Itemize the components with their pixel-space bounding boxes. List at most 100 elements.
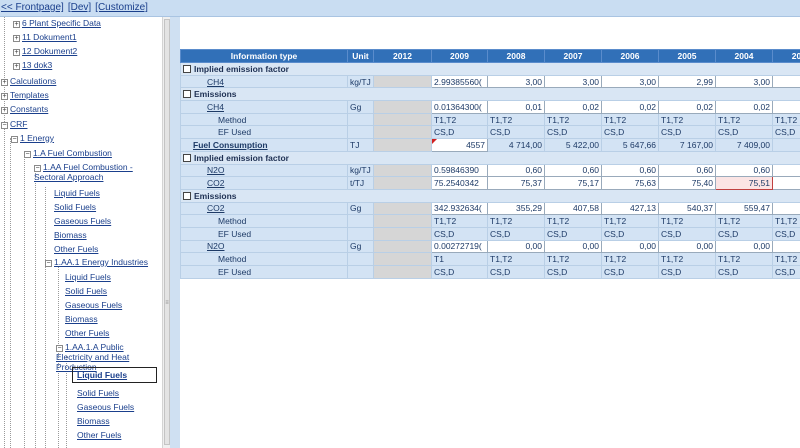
value-cell-2005[interactable]: 0,02 xyxy=(658,100,716,114)
value-cell-2005[interactable]: 0,00 xyxy=(658,239,716,254)
tree-item-dokument1[interactable]: +11 Dokument1 xyxy=(13,32,77,42)
value-cell-2007[interactable]: CS,D xyxy=(544,125,602,140)
value-cell-2009[interactable]: 0.59846390 xyxy=(431,163,488,178)
value-cell-20[interactable] xyxy=(772,163,800,178)
tree-item-label[interactable]: Biomass xyxy=(77,416,110,426)
value-cell-2005[interactable]: 2,99 xyxy=(658,74,716,89)
value-cell-20[interactable]: T1,T2 xyxy=(772,112,800,127)
collapse-icon[interactable]: − xyxy=(1,122,8,129)
column-header[interactable]: 2005 xyxy=(658,49,716,63)
value-cell-2008[interactable]: T1,T2 xyxy=(487,214,545,228)
column-header[interactable]: 2008 xyxy=(487,49,545,63)
value-cell-2009[interactable]: 0.01364300( xyxy=(431,100,488,114)
expand-icon[interactable]: + xyxy=(1,93,8,100)
tree-item-label[interactable]: 1.AA.1 Energy Industries xyxy=(54,257,148,267)
tree-item-sectoral-approach[interactable]: −1.AA Fuel Combustion - Sectoral Approac… xyxy=(34,162,159,182)
tree-item-dok3[interactable]: +13 dok3 xyxy=(13,60,52,70)
group-label[interactable]: Emissions xyxy=(180,87,800,102)
collapse-checkbox-icon[interactable] xyxy=(183,90,191,99)
tree-item-label[interactable]: 12 Dokument2 xyxy=(22,46,77,56)
tree-item-templates[interactable]: + Templates xyxy=(1,90,49,100)
tree-item-solid-fuels[interactable]: Solid Fuels xyxy=(65,286,107,296)
tree-item-biomass[interactable]: Biomass xyxy=(65,314,98,324)
expand-icon[interactable]: + xyxy=(13,21,20,28)
column-header[interactable]: 2006 xyxy=(601,49,659,63)
value-cell-2007[interactable]: T1,T2 xyxy=(544,214,602,228)
value-cell-2008[interactable]: 75,37 xyxy=(487,176,545,190)
tree-item-label[interactable]: Other Fuels xyxy=(54,244,98,254)
value-cell-2007[interactable]: CS,D xyxy=(544,226,602,241)
tree-item-label[interactable]: Gaseous Fuels xyxy=(65,300,122,310)
tree-item-label[interactable]: Biomass xyxy=(65,314,98,324)
value-cell-2008[interactable]: 0,01 xyxy=(487,100,545,114)
value-cell-2006[interactable]: T1,T2 xyxy=(601,112,659,127)
value-cell-2009[interactable]: CS,D xyxy=(431,226,488,241)
value-cell-2004[interactable]: 0,60 xyxy=(715,163,773,178)
tree-item-label[interactable]: 1.AA Fuel Combustion - Sectoral Approach xyxy=(34,162,133,182)
value-cell-20[interactable]: T1,T2 xyxy=(772,252,800,266)
tree-item-solid-fuels[interactable]: Solid Fuels xyxy=(54,202,96,212)
tree-item-label[interactable]: 11 Dokument1 xyxy=(22,32,77,42)
value-cell-2006[interactable]: CS,D xyxy=(601,265,659,279)
collapse-icon[interactable]: − xyxy=(45,260,52,267)
column-header[interactable]: 2009 xyxy=(431,49,488,63)
dev-link[interactable]: [Dev] xyxy=(68,2,91,13)
value-cell-2009[interactable]: 0.00272719( xyxy=(431,239,488,254)
group-label[interactable]: Implied emission factor xyxy=(180,150,800,165)
value-cell-2005[interactable]: T1,T2 xyxy=(658,112,716,127)
tree-item-label[interactable]: Other Fuels xyxy=(77,430,121,440)
value-cell-2004[interactable]: 3,00 xyxy=(715,74,773,89)
value-cell-2008[interactable]: 355,29 xyxy=(487,201,545,216)
value-cell-2006[interactable]: T1,T2 xyxy=(601,214,659,228)
value-cell-2008[interactable]: CS,D xyxy=(487,265,545,279)
value-cell-20[interactable]: T1,T2 xyxy=(772,214,800,228)
value-cell-2006[interactable]: 427,13 xyxy=(601,201,659,216)
tree-item-label[interactable]: Liquid Fuels xyxy=(54,188,100,198)
tree-item-label[interactable]: Calculations xyxy=(10,76,56,86)
value-cell-2004[interactable]: T1,T2 xyxy=(715,214,773,228)
row-label-fuel-consumption[interactable]: Fuel Consumption xyxy=(180,138,348,152)
value-cell-2006[interactable]: CS,D xyxy=(601,226,659,241)
value-cell-2007[interactable]: 3,00 xyxy=(544,74,602,89)
collapse-checkbox-icon[interactable] xyxy=(183,64,191,73)
tree-item-gaseous-fuels[interactable]: Gaseous Fuels xyxy=(54,216,111,226)
value-cell-2007[interactable]: T1,T2 xyxy=(544,252,602,266)
tree-item-label[interactable]: Solid Fuels xyxy=(54,202,96,212)
tree-item-label[interactable]: Biomass xyxy=(54,230,87,240)
tree-item-plant-specific-data[interactable]: +6 Plant Specific Data xyxy=(13,18,101,28)
value-cell-2008[interactable]: 0,60 xyxy=(487,163,545,178)
value-cell-20[interactable] xyxy=(772,74,800,89)
value-cell-20[interactable] xyxy=(772,100,800,114)
value-cell-2005[interactable]: 7 167,00 xyxy=(658,138,716,152)
value-cell-2008[interactable]: T1,T2 xyxy=(487,252,545,266)
value-cell-2007[interactable]: 75,17 xyxy=(544,176,602,190)
tree-item-biomass[interactable]: Biomass xyxy=(77,416,110,426)
value-cell-2007[interactable]: CS,D xyxy=(544,265,602,279)
row-label-co2[interactable]: CO2 xyxy=(180,176,348,190)
value-cell-2004[interactable]: CS,D xyxy=(715,125,773,140)
value-cell-2009[interactable]: T1,T2 xyxy=(431,112,488,127)
value-cell-2005[interactable]: CS,D xyxy=(658,226,716,241)
tree-item-label[interactable]: Gaseous Fuels xyxy=(77,402,134,412)
column-header[interactable]: 2004 xyxy=(715,49,773,63)
tree-item-energy[interactable]: −1 Energy xyxy=(11,133,54,143)
row-label-ch4[interactable]: CH4 xyxy=(180,74,348,89)
expand-icon[interactable]: + xyxy=(1,107,8,114)
value-cell-20[interactable] xyxy=(772,239,800,254)
tree-item-liquid-fuels-selected[interactable]: Liquid Fuels xyxy=(77,370,127,380)
frontpage-link[interactable]: << Frontpage] xyxy=(1,2,64,13)
value-cell-2006[interactable]: 0,02 xyxy=(601,100,659,114)
value-cell-2007[interactable]: 407,58 xyxy=(544,201,602,216)
value-cell-2005[interactable]: T1,T2 xyxy=(658,252,716,266)
value-cell-2005[interactable]: CS,D xyxy=(658,125,716,140)
value-cell-2005[interactable]: 540,37 xyxy=(658,201,716,216)
collapse-icon[interactable]: − xyxy=(34,165,41,172)
tree-item-label[interactable]: Gaseous Fuels xyxy=(54,216,111,226)
tree-item-calculations[interactable]: + Calculations xyxy=(1,76,56,86)
tree-item-other-fuels[interactable]: Other Fuels xyxy=(77,430,121,440)
tree-item-fuel-combustion[interactable]: −1.A Fuel Combustion xyxy=(24,148,112,158)
column-header[interactable]: Information type xyxy=(180,49,348,63)
value-cell-2006[interactable]: 5 647,66 xyxy=(601,138,659,152)
column-header[interactable]: 20 xyxy=(772,49,800,63)
column-header[interactable]: Unit xyxy=(347,49,374,63)
